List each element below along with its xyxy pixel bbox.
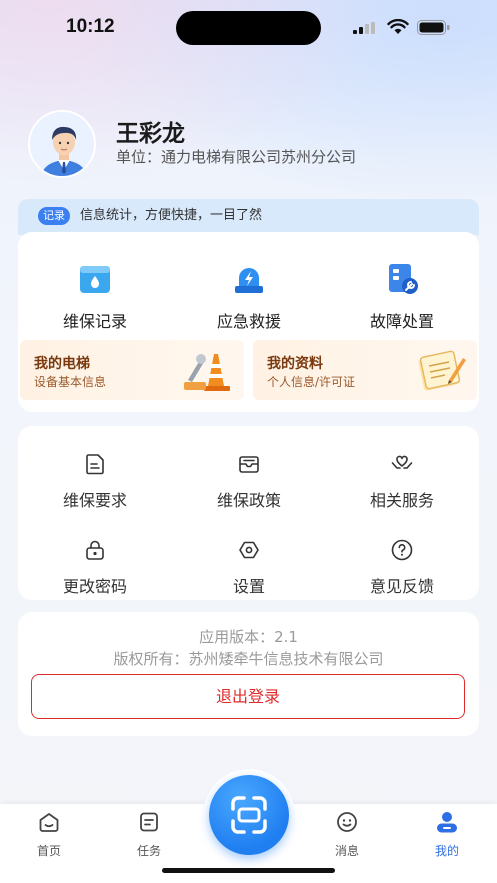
my-profile-title: 我的资料 <box>267 356 323 372</box>
my-elevator-card[interactable]: 我的电梯 设备基本信息 <box>20 340 244 400</box>
app-version: 应用版本：2.1 <box>199 628 298 646</box>
service-label: 维保要求 <box>62 491 127 510</box>
service-label: 更改密码 <box>62 577 127 596</box>
quick-action-label: 应急救援 <box>216 312 281 331</box>
services-card: 维保要求 维保政策 相关服务 更改密码 设置 意见反馈 <box>18 426 479 600</box>
hexagon-settings-icon <box>239 541 259 559</box>
lock-icon <box>86 540 104 560</box>
my-profile-subtitle: 个人信息/许可证 <box>267 375 356 389</box>
scan-icon <box>231 796 267 834</box>
avatar[interactable] <box>28 110 96 178</box>
avatar-person-icon <box>30 112 94 176</box>
tab-label: 首页 <box>36 844 61 858</box>
signal-icon <box>353 22 375 34</box>
tab-messages[interactable]: 消息 <box>317 810 377 859</box>
tab-label: 我的 <box>434 844 459 858</box>
status-bar: 10:12 <box>0 0 497 56</box>
message-icon <box>337 812 357 832</box>
hands-heart-icon <box>391 455 413 469</box>
quick-action-fault-handling[interactable]: 故障处置 <box>325 262 479 331</box>
service-change-password[interactable]: 更改密码 <box>18 538 172 598</box>
quick-action-emergency-rescue[interactable]: 应急救援 <box>172 262 326 331</box>
service-settings[interactable]: 设置 <box>172 538 326 598</box>
question-icon <box>391 539 413 561</box>
notepad-icon <box>418 350 466 391</box>
folder-icon <box>80 266 110 293</box>
tab-label: 任务 <box>136 844 161 858</box>
about-card: 应用版本：2.1 版权所有：苏州矮牵牛信息技术有限公司 退出登录 <box>18 612 479 736</box>
document-icon <box>86 454 104 475</box>
tab-label: 消息 <box>334 844 359 858</box>
tab-home[interactable]: 首页 <box>19 810 79 859</box>
home-indicator <box>162 868 335 873</box>
user-icon <box>437 812 457 833</box>
quick-actions-card: 维保记录 应急救援 故障处置 我的电梯 设备基本信息 我的资料 个人信息/许可证 <box>18 232 479 412</box>
service-maintenance-requirements[interactable]: 维保要求 <box>18 452 172 512</box>
siren-icon <box>235 268 263 293</box>
scan-button[interactable] <box>209 775 289 855</box>
wifi-icon <box>387 19 409 34</box>
task-icon <box>140 812 158 832</box>
user-unit: 单位：通力电梯有限公司苏州分公司 <box>116 148 357 166</box>
user-name: 王彩龙 <box>116 121 185 147</box>
quick-action-label: 故障处置 <box>369 312 434 331</box>
envelope-icon <box>239 456 259 473</box>
service-feedback[interactable]: 意见反馈 <box>325 538 479 598</box>
status-time: 10:12 <box>66 16 115 37</box>
dynamic-island <box>176 11 321 45</box>
repair-icon <box>389 264 418 294</box>
service-label: 相关服务 <box>369 491 434 510</box>
service-label: 维保政策 <box>216 491 281 510</box>
service-related-services[interactable]: 相关服务 <box>325 452 479 512</box>
service-maintenance-policy[interactable]: 维保政策 <box>172 452 326 512</box>
my-elevator-subtitle: 设备基本信息 <box>34 375 107 389</box>
home-icon <box>39 813 59 832</box>
tab-tasks[interactable]: 任务 <box>119 810 179 859</box>
record-text: 信息统计，方便快捷，一目了然 <box>80 208 263 223</box>
battery-icon <box>417 20 450 35</box>
service-label: 意见反馈 <box>369 577 434 596</box>
record-banner: 记录 信息统计，方便快捷，一目了然 <box>18 199 479 235</box>
quick-action-maintenance-record[interactable]: 维保记录 <box>18 262 172 331</box>
my-elevator-title: 我的电梯 <box>34 356 90 372</box>
tab-mine[interactable]: 我的 <box>417 810 477 859</box>
logout-button[interactable]: 退出登录 <box>31 674 465 719</box>
my-profile-card[interactable]: 我的资料 个人信息/许可证 <box>253 340 477 400</box>
traffic-cone-icon <box>184 354 230 391</box>
copyright: 版权所有：苏州矮牵牛信息技术有限公司 <box>113 650 384 668</box>
service-label: 设置 <box>232 577 265 596</box>
record-tag: 记录 <box>38 207 70 225</box>
quick-action-label: 维保记录 <box>62 312 127 331</box>
